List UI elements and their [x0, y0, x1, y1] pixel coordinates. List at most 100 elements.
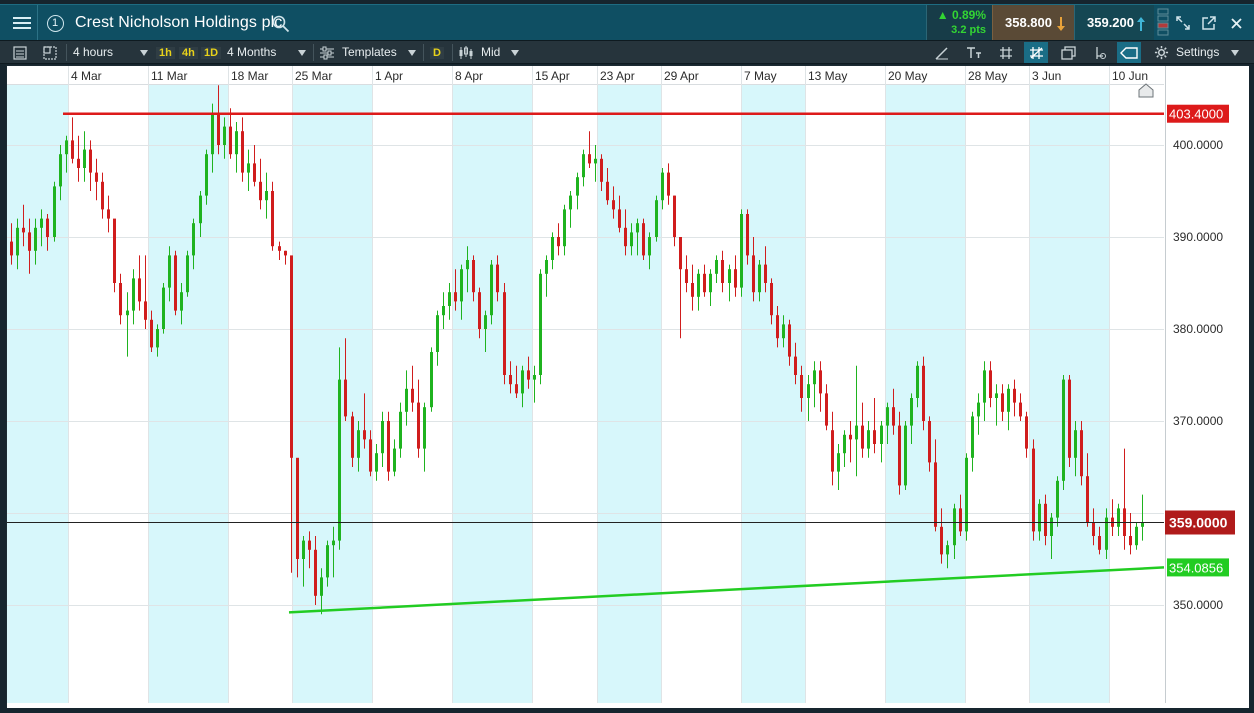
- copy-button[interactable]: [1056, 42, 1080, 63]
- candle-body: [344, 379, 347, 417]
- candle-body: [679, 237, 682, 270]
- candle-body: [478, 292, 481, 329]
- candle-body: [709, 273, 712, 293]
- date-tick-label: 28 May: [968, 69, 1007, 83]
- candle-body: [40, 218, 43, 228]
- d-badge[interactable]: D: [430, 47, 444, 59]
- candle-body: [977, 402, 980, 417]
- candle-body: [490, 264, 493, 316]
- candle-body: [1038, 503, 1041, 532]
- candle-body: [782, 324, 785, 339]
- text-tool-button[interactable]: [962, 42, 986, 63]
- buy-price: 359.200: [1087, 15, 1134, 30]
- expand-icon: [1176, 16, 1190, 30]
- candle-body: [338, 379, 341, 541]
- candle-body: [873, 430, 876, 444]
- copy-icon: [1060, 45, 1076, 60]
- candle-body: [162, 287, 165, 329]
- settings-button[interactable]: Settings: [1176, 41, 1219, 64]
- info-button[interactable]: 1: [40, 5, 70, 41]
- candle-body: [1044, 503, 1047, 536]
- settings-gear-button[interactable]: [1149, 42, 1173, 63]
- interval-select[interactable]: 4 hours: [73, 41, 113, 64]
- candle-body: [417, 402, 420, 449]
- candle-body: [1013, 388, 1016, 403]
- candle-body: [466, 260, 469, 270]
- candle-body: [928, 421, 931, 463]
- candle-body: [867, 430, 870, 449]
- list-icon: [13, 45, 27, 60]
- close-button[interactable]: [1224, 5, 1248, 41]
- candle-body: [192, 223, 195, 256]
- candle-body: [53, 186, 56, 237]
- candle-body: [156, 329, 159, 348]
- range-select[interactable]: 4 Months: [227, 41, 276, 64]
- interval-1d-button[interactable]: 1D: [201, 47, 222, 59]
- candle-body: [521, 370, 524, 394]
- candle-body: [855, 425, 858, 440]
- popout-button[interactable]: [1198, 5, 1220, 41]
- candle-body: [904, 425, 907, 486]
- price-type-select[interactable]: Mid: [481, 41, 500, 64]
- layout-button[interactable]: [38, 42, 62, 63]
- candle-body: [460, 269, 463, 302]
- chart-window: 1 Crest Nicholson Holdings plc ▲ 0.89% 3…: [0, 0, 1254, 713]
- sell-price-button[interactable]: 358.800: [992, 5, 1074, 41]
- interval-1h-button[interactable]: 1h: [156, 47, 175, 59]
- candle-body: [715, 260, 718, 274]
- date-tick-label: 23 Apr: [600, 69, 635, 83]
- candle-body: [405, 388, 408, 412]
- candle-body: [594, 158, 597, 164]
- candle-body: [685, 269, 688, 283]
- expand-button[interactable]: [1172, 5, 1194, 41]
- candle-body: [776, 315, 779, 339]
- candle-body: [1086, 476, 1089, 523]
- grid-tool-button[interactable]: [994, 42, 1018, 63]
- candle-body: [807, 384, 810, 398]
- candle-body: [271, 191, 274, 247]
- candle-body: [886, 407, 889, 426]
- menu-button[interactable]: [6, 5, 38, 41]
- indicator-button[interactable]: [1088, 42, 1112, 63]
- candle-body: [150, 319, 153, 348]
- candles-icon: [459, 46, 473, 59]
- candle-body: [965, 457, 968, 532]
- candle-body: [819, 370, 822, 394]
- candle-body: [119, 283, 122, 316]
- date-tick-label: 1 Apr: [375, 69, 403, 83]
- candle-body: [1007, 388, 1010, 412]
- candle-body: [89, 149, 92, 173]
- candle-body: [825, 393, 828, 426]
- candle-body: [399, 411, 402, 449]
- price-tick-label: 370.0000: [1173, 414, 1223, 428]
- candle-body: [691, 283, 694, 297]
- interval-4h-button[interactable]: 4h: [179, 47, 198, 59]
- candle-body: [1025, 416, 1028, 449]
- candle-body: [211, 112, 214, 155]
- candle-body: [989, 370, 992, 398]
- crosshair-tool-button[interactable]: [1024, 42, 1048, 63]
- list-view-button[interactable]: [8, 42, 32, 63]
- candle-body: [940, 526, 943, 555]
- candle-body: [351, 416, 354, 458]
- candle-body: [667, 172, 670, 196]
- candle-body: [606, 181, 609, 201]
- price-chart[interactable]: 4 Mar 11 Mar 18 Mar 25 Mar 1 Apr 8 Apr 15 Apr 2…: [7, 66, 1249, 708]
- candle-body: [1129, 536, 1132, 546]
- candle-body: [934, 462, 937, 527]
- candle-body: [569, 195, 572, 210]
- draw-line-button[interactable]: [930, 42, 954, 63]
- chart-area[interactable]: 4 Mar 11 Mar 18 Mar 25 Mar 1 Apr 8 Apr 15 Apr 2…: [6, 65, 1249, 708]
- candle-body: [77, 158, 80, 168]
- search-icon[interactable]: [272, 15, 290, 33]
- grid-layout-icon: [43, 45, 57, 60]
- sell-price: 358.800: [1005, 15, 1052, 30]
- week-shade-band: [597, 85, 661, 703]
- gear-icon: [1154, 45, 1168, 60]
- price-label-button[interactable]: [1117, 42, 1141, 63]
- candle-body: [752, 255, 755, 293]
- candle-body: [381, 421, 384, 454]
- date-tick-label: 10 Jun: [1112, 69, 1148, 83]
- templates-button[interactable]: Templates: [342, 41, 397, 64]
- buy-price-button[interactable]: 359.200: [1074, 5, 1154, 41]
